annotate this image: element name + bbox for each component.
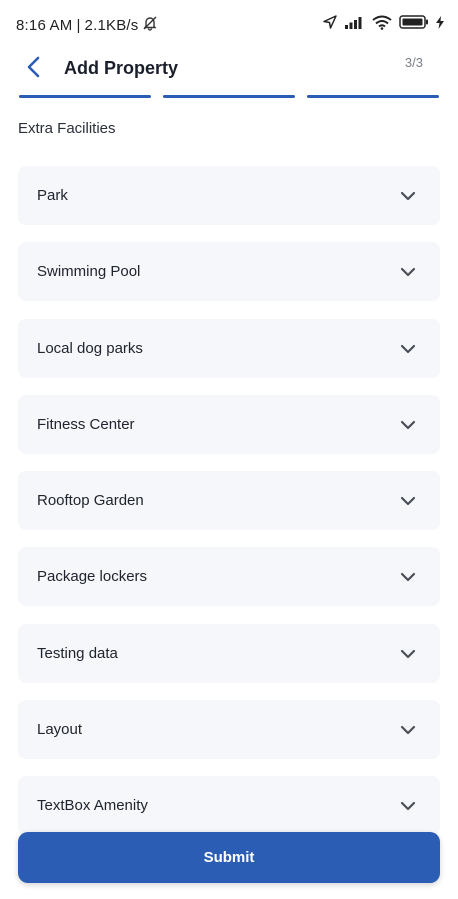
page-title: Add Property [64, 58, 179, 78]
step-progress [19, 95, 439, 98]
facility-label: Layout [37, 721, 83, 739]
facility-label: Package lockers [37, 568, 148, 586]
facility-label: Testing data [37, 644, 118, 662]
back-button[interactable] [18, 54, 48, 84]
step-indicator: 3/3 [404, 55, 423, 70]
status-speed: 2.1KB/s [84, 16, 139, 34]
facility-dropdown-package-lockers[interactable]: Package lockers [18, 547, 440, 607]
chevron-down-icon [400, 799, 416, 811]
facility-dropdown-local-dog-parks[interactable]: Local dog parks [18, 318, 440, 378]
app-header: Add Property 3/3 [0, 44, 458, 92]
chevron-down-icon [400, 418, 416, 430]
facility-label: TextBox Amenity [37, 797, 148, 815]
wifi-icon [372, 15, 392, 35]
chevron-down-icon [400, 189, 416, 201]
facility-label: Local dog parks [37, 339, 143, 357]
facility-label: Park [37, 187, 68, 204]
chevron-down-icon [400, 265, 416, 277]
facility-dropdown-testing-data[interactable]: Testing data [18, 623, 440, 683]
facility-label: Rooftop Garden [37, 492, 144, 510]
status-bar: 8:16 AM | 2.1KB/s [0, 0, 458, 44]
facility-dropdown-textbox-amenity[interactable]: TextBox Amenity [18, 776, 440, 836]
chevron-down-icon [400, 342, 416, 354]
progress-segment-1 [19, 95, 151, 98]
chevron-left-icon [26, 56, 40, 83]
chevron-down-icon [400, 647, 416, 659]
section-label: Extra Facilities [18, 120, 116, 137]
facility-dropdown-park[interactable]: Park [18, 166, 440, 225]
status-time: 8:16 AM [16, 16, 73, 34]
facility-label: Fitness Center [37, 415, 135, 433]
signal-icon [345, 15, 365, 34]
facility-label: Swimming Pool [37, 263, 141, 281]
progress-segment-2 [163, 95, 295, 98]
facilities-list: Park Swimming Pool Local dog parks Fitne… [18, 166, 440, 853]
status-left: 8:16 AM | 2.1KB/s [16, 15, 158, 35]
facility-dropdown-rooftop-garden[interactable]: Rooftop Garden [18, 471, 440, 531]
charging-icon [436, 15, 444, 34]
status-separator: | [76, 16, 81, 34]
progress-segment-3 [307, 95, 439, 98]
facility-dropdown-swimming-pool[interactable]: Swimming Pool [18, 242, 440, 302]
chevron-down-icon [400, 494, 416, 506]
submit-button[interactable]: Submit [18, 832, 440, 883]
chevron-down-icon [400, 570, 416, 582]
facility-dropdown-fitness-center[interactable]: Fitness Center [18, 394, 440, 454]
mute-bell-icon [142, 15, 158, 35]
battery-icon [399, 15, 429, 34]
facility-dropdown-layout[interactable]: Layout [18, 700, 440, 760]
location-arrow-icon [322, 14, 338, 35]
chevron-down-icon [400, 723, 416, 735]
status-right [322, 14, 444, 35]
